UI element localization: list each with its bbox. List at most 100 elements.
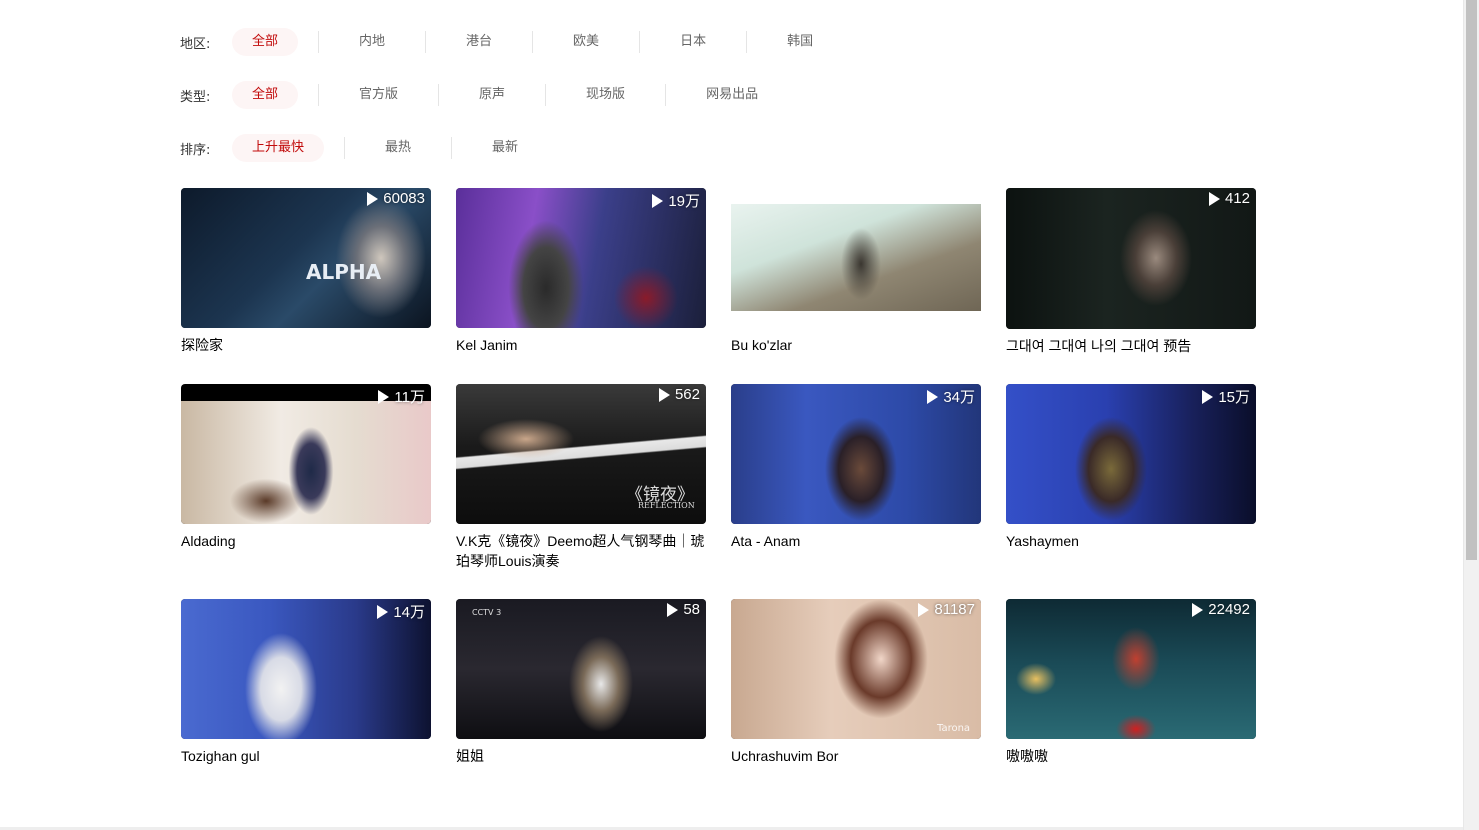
play-count-value: 81187 <box>934 601 975 618</box>
play-count-value: 34万 <box>943 389 975 406</box>
play-count: 562 <box>658 386 700 403</box>
filter-divider <box>665 84 667 106</box>
video-thumbnail[interactable]: 11万 <box>181 384 431 524</box>
video-thumbnail[interactable]: 22492 <box>1006 599 1256 739</box>
video-card[interactable]: 19万 Kel Janim <box>456 188 706 355</box>
sort-option-newest[interactable]: 最新 <box>472 134 538 162</box>
video-thumbnail[interactable]: 412 <box>1006 188 1256 329</box>
sort-filter-row: 排序: 上升最快 最热 最新 <box>180 132 538 164</box>
region-option-japan[interactable]: 日本 <box>660 28 726 56</box>
video-thumbnail[interactable] <box>731 188 981 328</box>
play-count-value: 562 <box>674 386 700 403</box>
play-count-value: 19万 <box>668 193 700 210</box>
thumbnail-figure <box>731 204 981 311</box>
play-count: 412 <box>1208 190 1250 207</box>
video-thumbnail[interactable]: Tarona 81187 <box>731 599 981 739</box>
play-count: 81187 <box>918 601 975 618</box>
play-count: 11万 <box>378 386 425 407</box>
play-count-value: 15万 <box>1218 389 1250 406</box>
filter-divider <box>532 31 534 53</box>
region-option-korea[interactable]: 韩国 <box>767 28 833 56</box>
filter-divider <box>318 31 320 53</box>
play-count: 34万 <box>927 386 975 407</box>
video-title[interactable]: 그대여 그대여 나의 그대여 预告 <box>1006 336 1256 356</box>
play-icon <box>377 604 389 619</box>
type-option-netease[interactable]: 网易出品 <box>686 81 778 109</box>
video-card[interactable]: Bu ko'zlar <box>731 188 981 355</box>
video-title[interactable]: Uchrashuvim Bor <box>731 746 981 766</box>
thumbnail-figure <box>181 401 431 524</box>
filter-divider <box>425 31 427 53</box>
type-option-original[interactable]: 原声 <box>459 81 525 109</box>
thumbnail-figure <box>456 599 706 739</box>
play-count-value: 58 <box>683 601 700 618</box>
video-card[interactable]: 22492 嗷嗷嗷 <box>1006 599 1256 766</box>
region-option-hk-tw[interactable]: 港台 <box>446 28 512 56</box>
play-count: 19万 <box>652 190 700 211</box>
filter-divider <box>318 84 320 106</box>
channel-logo: CCTV 3 <box>472 608 502 617</box>
video-title[interactable]: Ata - Anam <box>731 531 981 551</box>
play-icon <box>927 389 939 404</box>
type-option-official[interactable]: 官方版 <box>339 81 418 109</box>
channel-logo: Tarona <box>937 723 971 734</box>
filter-divider <box>746 31 748 53</box>
video-card[interactable]: Tarona 81187 Uchrashuvim Bor <box>731 599 981 766</box>
scrollbar-thumb[interactable] <box>1466 0 1477 560</box>
sort-option-rising[interactable]: 上升最快 <box>232 134 325 162</box>
video-thumbnail[interactable]: ALPHA 60083 <box>181 188 431 328</box>
play-icon <box>1208 191 1220 206</box>
video-title[interactable]: Bu ko'zlar <box>731 335 981 355</box>
region-filter-row: 地区: 全部 内地 港台 欧美 日本 韩国 <box>180 26 833 58</box>
play-count: 15万 <box>1202 386 1250 407</box>
region-option-mainland[interactable]: 内地 <box>339 28 405 56</box>
video-thumbnail[interactable]: 14万 <box>181 599 431 739</box>
video-card[interactable]: ALPHA 60083 探险家 <box>181 188 431 355</box>
play-icon <box>1202 389 1214 404</box>
sort-filter-label: 排序: <box>180 142 211 158</box>
video-thumbnail[interactable]: 34万 <box>731 384 981 524</box>
video-title[interactable]: 嗷嗷嗷 <box>1006 746 1256 766</box>
video-thumbnail[interactable]: 《镜夜》 REFLECTION 562 <box>456 384 706 524</box>
thumbnail-figure <box>181 188 431 328</box>
play-icon <box>367 191 379 206</box>
video-card[interactable]: 14万 Tozighan gul <box>181 599 431 766</box>
video-thumbnail[interactable]: CCTV 3 58 <box>456 599 706 739</box>
play-icon <box>667 602 679 617</box>
type-option-live[interactable]: 现场版 <box>566 81 645 109</box>
video-card[interactable]: 11万 Aldading <box>181 384 431 551</box>
type-option-all[interactable]: 全部 <box>232 81 299 109</box>
video-card[interactable]: 15万 Yashaymen <box>1006 384 1256 551</box>
video-thumbnail[interactable]: 19万 <box>456 188 706 328</box>
play-icon <box>652 193 664 208</box>
filter-divider <box>344 137 346 159</box>
play-icon <box>378 389 390 404</box>
video-title[interactable]: Aldading <box>181 531 431 551</box>
video-thumbnail[interactable]: 15万 <box>1006 384 1256 524</box>
filter-divider <box>639 31 641 53</box>
video-title[interactable]: Yashaymen <box>1006 531 1256 551</box>
video-card[interactable]: 34万 Ata - Anam <box>731 384 981 551</box>
video-card[interactable]: CCTV 3 58 姐姐 <box>456 599 706 766</box>
region-option-western[interactable]: 欧美 <box>553 28 619 56</box>
play-count-value: 22492 <box>1208 601 1250 618</box>
sort-option-hottest[interactable]: 最热 <box>365 134 431 162</box>
region-filter-label: 地区: <box>180 36 211 52</box>
scrollbar[interactable] <box>1463 0 1479 830</box>
video-title[interactable]: Tozighan gul <box>181 746 431 766</box>
video-title[interactable]: V.K克《镜夜》Deemo超人气钢琴曲｜琥珀琴师Louis演奏 <box>456 531 706 571</box>
thumbnail-figure <box>731 599 981 739</box>
thumbnail-subtitle-text: REFLECTION <box>638 501 695 510</box>
play-count: 22492 <box>1192 601 1250 618</box>
filter-divider <box>438 84 440 106</box>
play-count-value: 11万 <box>394 389 425 406</box>
video-title[interactable]: Kel Janim <box>456 335 706 355</box>
region-option-all[interactable]: 全部 <box>232 28 299 56</box>
video-title[interactable]: 姐姐 <box>456 746 706 766</box>
play-count-value: 60083 <box>383 190 425 207</box>
video-title[interactable]: 探险家 <box>181 335 431 355</box>
video-card[interactable]: 《镜夜》 REFLECTION 562 V.K克《镜夜》Deemo超人气钢琴曲｜… <box>456 384 706 571</box>
thumbnail-logo-text: ALPHA <box>306 260 382 284</box>
thumbnail-figure <box>1006 599 1256 739</box>
video-card[interactable]: 412 그대여 그대여 나의 그대여 预告 <box>1006 188 1256 356</box>
